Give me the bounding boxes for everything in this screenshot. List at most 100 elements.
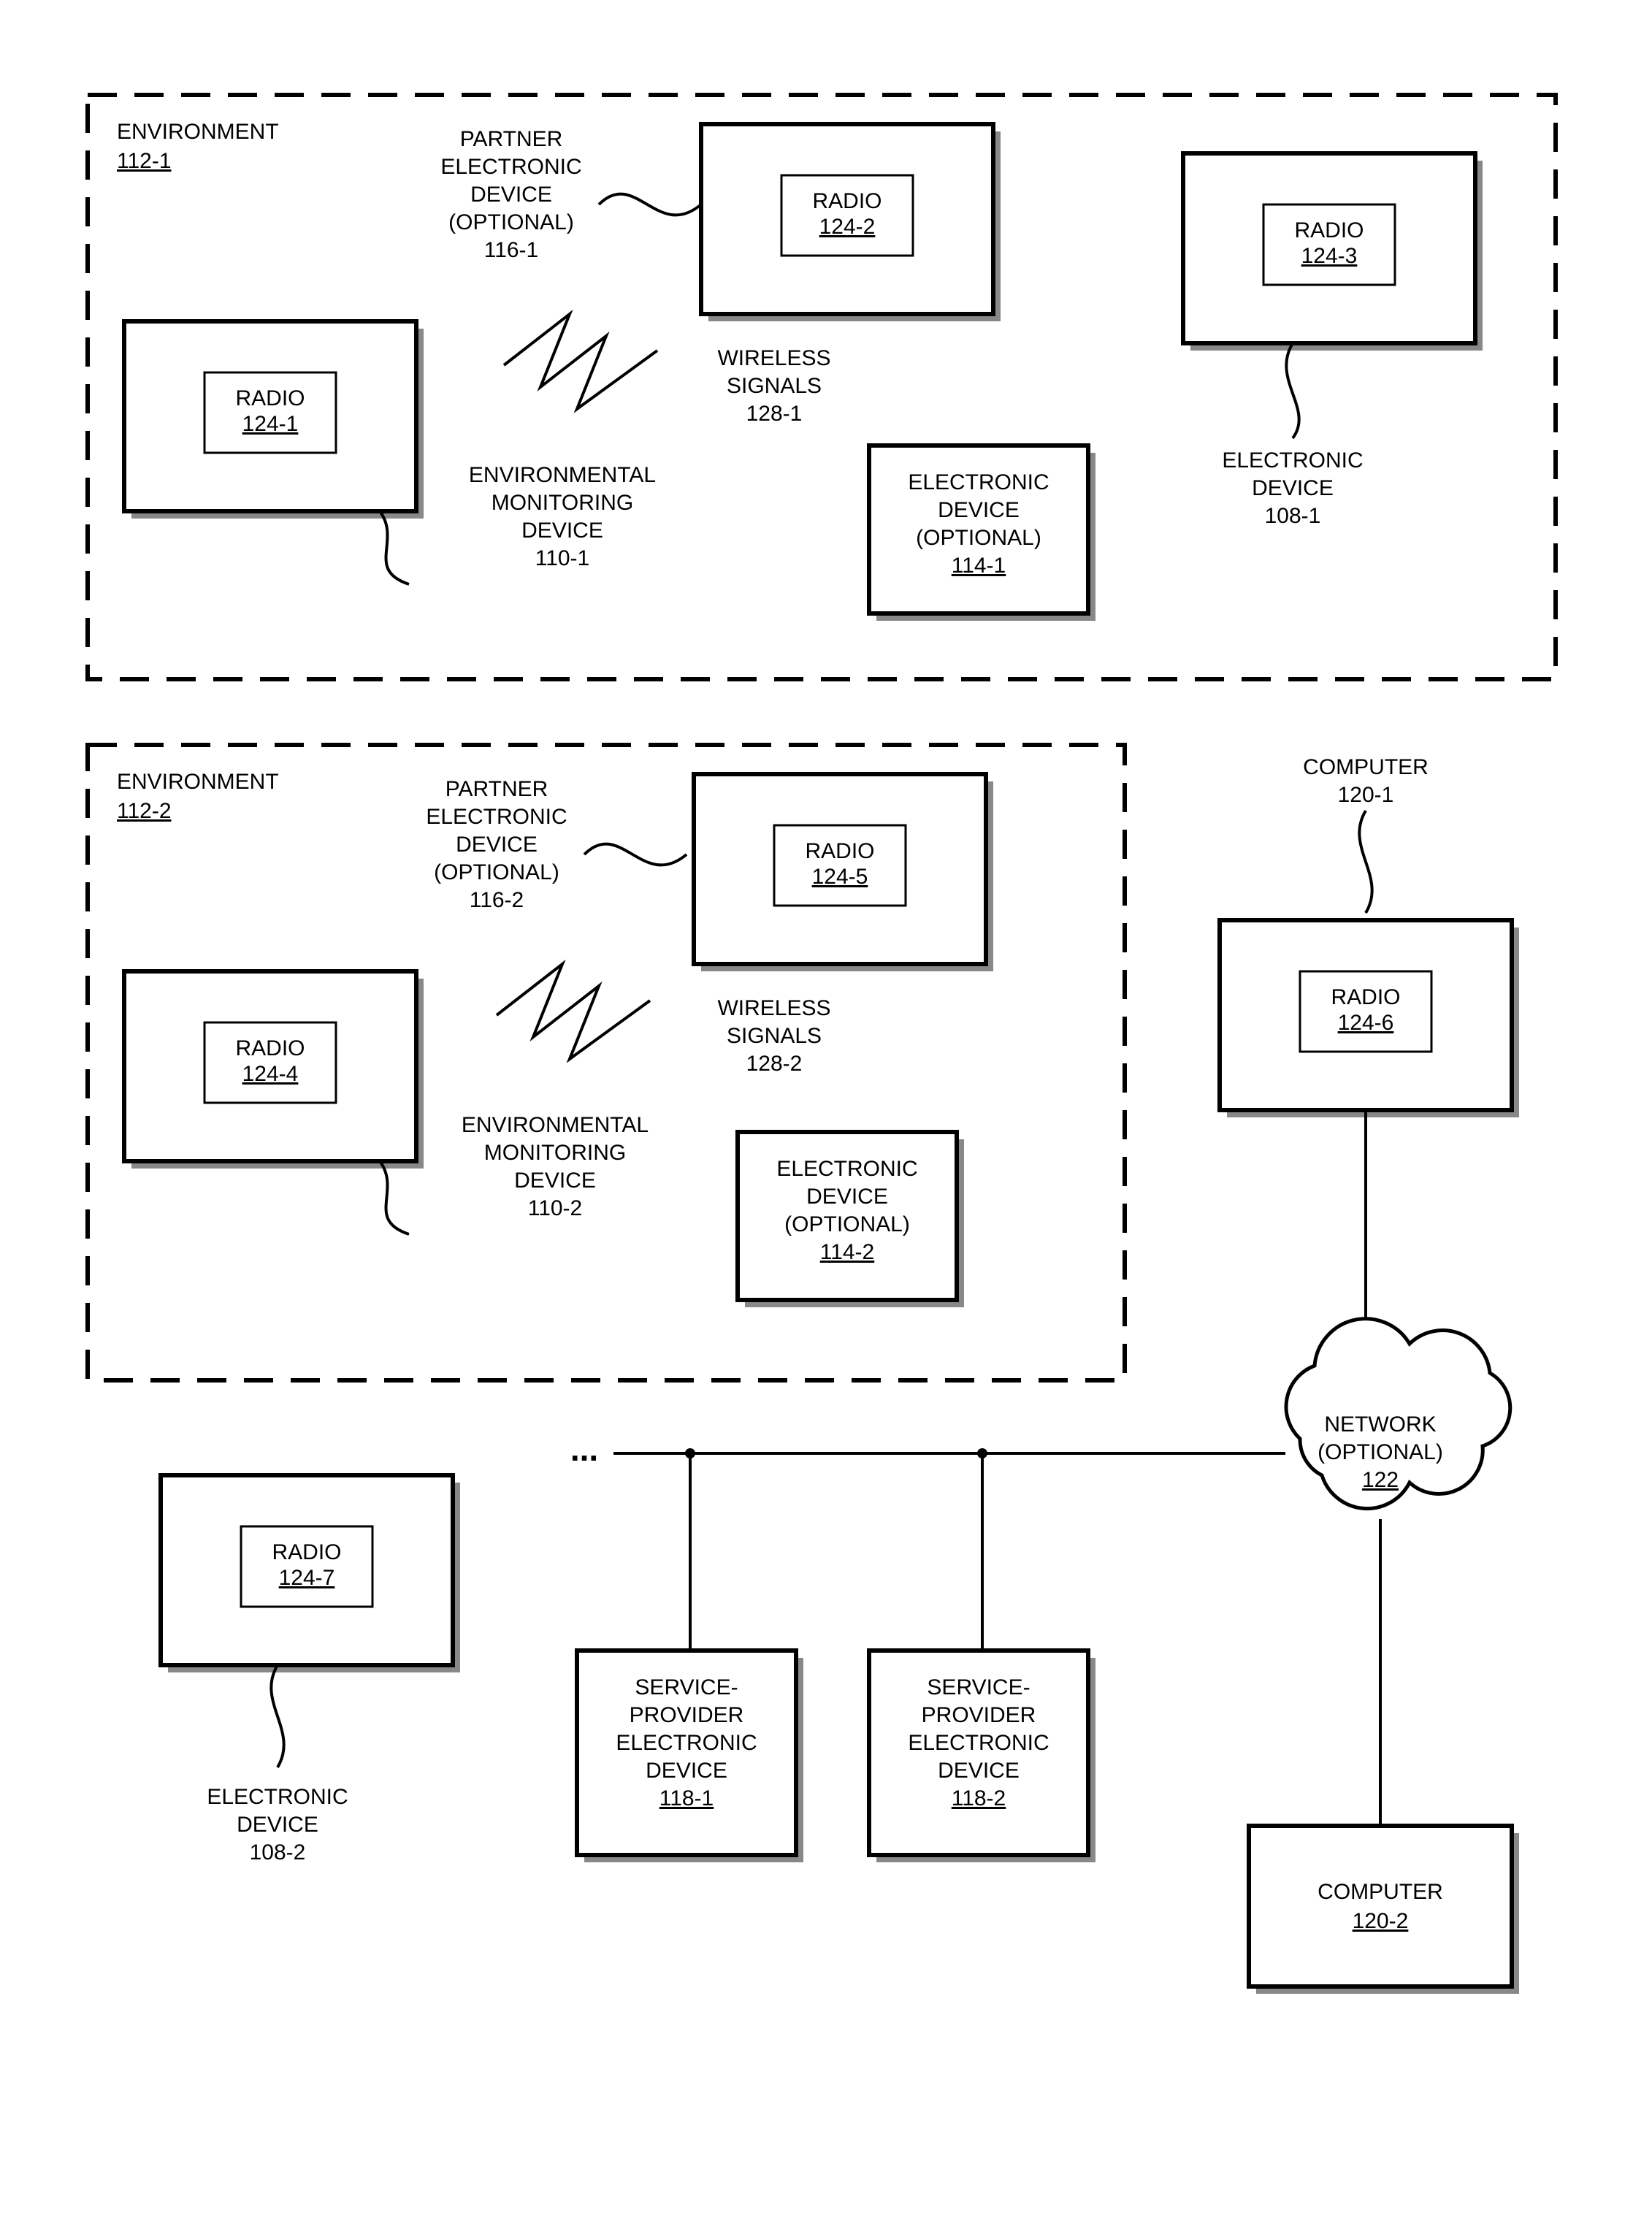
service-provider-2-box: SERVICE- PROVIDER ELECTRONIC DEVICE 118-… xyxy=(869,1651,1095,1862)
svg-text:124-2: 124-2 xyxy=(819,215,876,239)
svg-text:128-1: 128-1 xyxy=(746,402,803,426)
svg-text:DEVICE: DEVICE xyxy=(806,1185,888,1209)
svg-text:DEVICE: DEVICE xyxy=(521,519,603,543)
svg-text:RADIO: RADIO xyxy=(235,386,305,410)
svg-text:(OPTIONAL): (OPTIONAL) xyxy=(448,210,574,234)
svg-text:PARTNER: PARTNER xyxy=(445,777,548,801)
svg-text:ELECTRONIC: ELECTRONIC xyxy=(1222,448,1363,473)
wireless-signals-1-icon xyxy=(504,314,657,409)
svg-text:120-1: 120-1 xyxy=(1338,783,1394,807)
svg-text:124-1: 124-1 xyxy=(242,412,299,436)
svg-text:114-1: 114-1 xyxy=(952,554,1006,578)
svg-text:124-5: 124-5 xyxy=(812,865,868,889)
svg-text:NETWORK: NETWORK xyxy=(1324,1412,1436,1437)
svg-text:ENVIRONMENTAL: ENVIRONMENTAL xyxy=(469,463,656,487)
wireless-signals-1-label: WIRELESS SIGNALS 128-1 xyxy=(717,346,830,426)
svg-text:PARTNER: PARTNER xyxy=(460,127,563,151)
svg-text:110-1: 110-1 xyxy=(535,546,590,570)
partner-1-leader xyxy=(599,194,701,215)
emd-2-leader xyxy=(380,1161,409,1234)
svg-text:118-1: 118-1 xyxy=(659,1786,714,1810)
emd-1-label: ENVIRONMENTAL MONITORING DEVICE 110-1 xyxy=(469,463,656,570)
radio-box-124-6: RADIO 124-6 xyxy=(1220,920,1519,1117)
svg-text:110-2: 110-2 xyxy=(528,1196,583,1220)
radio-box-124-5: RADIO 124-5 xyxy=(694,774,993,971)
svg-text:ELECTRONIC: ELECTRONIC xyxy=(908,470,1049,494)
svg-text:DEVICE: DEVICE xyxy=(1252,476,1334,500)
svg-text:RADIO: RADIO xyxy=(1294,218,1364,242)
svg-text:118-2: 118-2 xyxy=(952,1786,1006,1810)
svg-text:DEVICE: DEVICE xyxy=(514,1169,596,1193)
ed2-leader xyxy=(271,1665,283,1767)
emd-1-leader xyxy=(380,511,409,584)
svg-text:MONITORING: MONITORING xyxy=(484,1141,626,1165)
svg-text:ELECTRONIC: ELECTRONIC xyxy=(616,1731,757,1755)
edopt-2-box: ELECTRONIC DEVICE (OPTIONAL) 114-2 xyxy=(738,1132,964,1307)
emd-2-label: ENVIRONMENTAL MONITORING DEVICE 110-2 xyxy=(462,1113,649,1220)
radio-box-124-3: RADIO 124-3 xyxy=(1183,153,1483,351)
svg-text:RADIO: RADIO xyxy=(1331,985,1400,1009)
svg-text:120-2: 120-2 xyxy=(1353,1909,1409,1933)
svg-text:(OPTIONAL): (OPTIONAL) xyxy=(784,1212,910,1236)
svg-text:RADIO: RADIO xyxy=(272,1540,341,1564)
radio-box-124-7: RADIO 124-7 xyxy=(161,1475,460,1672)
bus-node-1 xyxy=(685,1448,695,1458)
network-cloud: NETWORK (OPTIONAL) 122 xyxy=(1286,1110,1510,1509)
bus-node-2 xyxy=(977,1448,987,1458)
partner-2-leader xyxy=(584,844,687,865)
svg-text:108-1: 108-1 xyxy=(1265,504,1321,528)
svg-text:DEVICE: DEVICE xyxy=(938,1759,1020,1783)
computer-120-1-leader xyxy=(1359,811,1372,913)
env1-title: ENVIRONMENT xyxy=(117,120,279,144)
svg-text:ELECTRONIC: ELECTRONIC xyxy=(908,1731,1049,1755)
svg-text:DEVICE: DEVICE xyxy=(470,183,552,207)
svg-text:DEVICE: DEVICE xyxy=(237,1813,318,1837)
svg-text:SIGNALS: SIGNALS xyxy=(727,374,822,398)
svg-text:(OPTIONAL): (OPTIONAL) xyxy=(916,526,1041,550)
radio-box-124-2: RADIO 124-2 xyxy=(701,124,1001,321)
svg-text:ELECTRONIC: ELECTRONIC xyxy=(440,155,581,179)
ed1-leader xyxy=(1286,343,1299,438)
service-provider-1-box: SERVICE- PROVIDER ELECTRONIC DEVICE 118-… xyxy=(577,1651,803,1862)
svg-text:COMPUTER: COMPUTER xyxy=(1318,1880,1443,1904)
svg-text:RADIO: RADIO xyxy=(812,189,882,213)
svg-text:124-6: 124-6 xyxy=(1338,1011,1394,1035)
bus-ellipsis: ... xyxy=(570,1430,598,1468)
svg-text:DEVICE: DEVICE xyxy=(938,498,1020,522)
electronic-device-2-label: ELECTRONIC DEVICE 108-2 xyxy=(207,1785,348,1865)
svg-text:ELECTRONIC: ELECTRONIC xyxy=(426,805,567,829)
radio-box-124-1: RADIO 124-1 xyxy=(124,321,424,519)
env1-ref: 112-1 xyxy=(117,149,172,173)
wireless-signals-2-label: WIRELESS SIGNALS 128-2 xyxy=(717,996,830,1076)
svg-text:WIRELESS: WIRELESS xyxy=(717,996,830,1020)
radio-box-124-4: RADIO 124-4 xyxy=(124,971,424,1169)
svg-text:DEVICE: DEVICE xyxy=(456,833,538,857)
svg-text:114-2: 114-2 xyxy=(820,1240,875,1264)
edopt-1-box: ELECTRONIC DEVICE (OPTIONAL) 114-1 xyxy=(869,445,1095,621)
svg-text:116-2: 116-2 xyxy=(470,888,524,912)
svg-text:DEVICE: DEVICE xyxy=(646,1759,727,1783)
electronic-device-1-label: ELECTRONIC DEVICE 108-1 xyxy=(1222,448,1363,528)
svg-text:SERVICE-: SERVICE- xyxy=(635,1675,738,1699)
svg-text:ENVIRONMENTAL: ENVIRONMENTAL xyxy=(462,1113,649,1137)
svg-text:PROVIDER: PROVIDER xyxy=(630,1703,744,1727)
svg-text:124-4: 124-4 xyxy=(242,1062,299,1086)
svg-text:128-2: 128-2 xyxy=(746,1052,803,1076)
svg-text:ELECTRONIC: ELECTRONIC xyxy=(207,1785,348,1809)
svg-text:ELECTRONIC: ELECTRONIC xyxy=(776,1157,917,1181)
svg-text:122: 122 xyxy=(1362,1468,1399,1492)
svg-text:PROVIDER: PROVIDER xyxy=(922,1703,1036,1727)
computer-120-1-label: COMPUTER 120-1 xyxy=(1303,755,1429,807)
computer-120-2-box: COMPUTER 120-2 xyxy=(1249,1826,1519,1994)
svg-text:RADIO: RADIO xyxy=(805,839,874,863)
svg-text:MONITORING: MONITORING xyxy=(492,491,633,515)
svg-text:RADIO: RADIO xyxy=(235,1036,305,1060)
wireless-signals-2-icon xyxy=(497,964,650,1059)
svg-text:124-3: 124-3 xyxy=(1301,244,1358,268)
svg-text:(OPTIONAL): (OPTIONAL) xyxy=(1318,1440,1443,1464)
svg-text:COMPUTER: COMPUTER xyxy=(1303,755,1429,779)
svg-text:116-1: 116-1 xyxy=(484,238,539,262)
env2-title: ENVIRONMENT xyxy=(117,770,279,794)
diagram-canvas: ENVIRONMENT 112-1 PARTNER ELECTRONIC DEV… xyxy=(0,0,1652,2218)
svg-text:124-7: 124-7 xyxy=(279,1566,335,1590)
